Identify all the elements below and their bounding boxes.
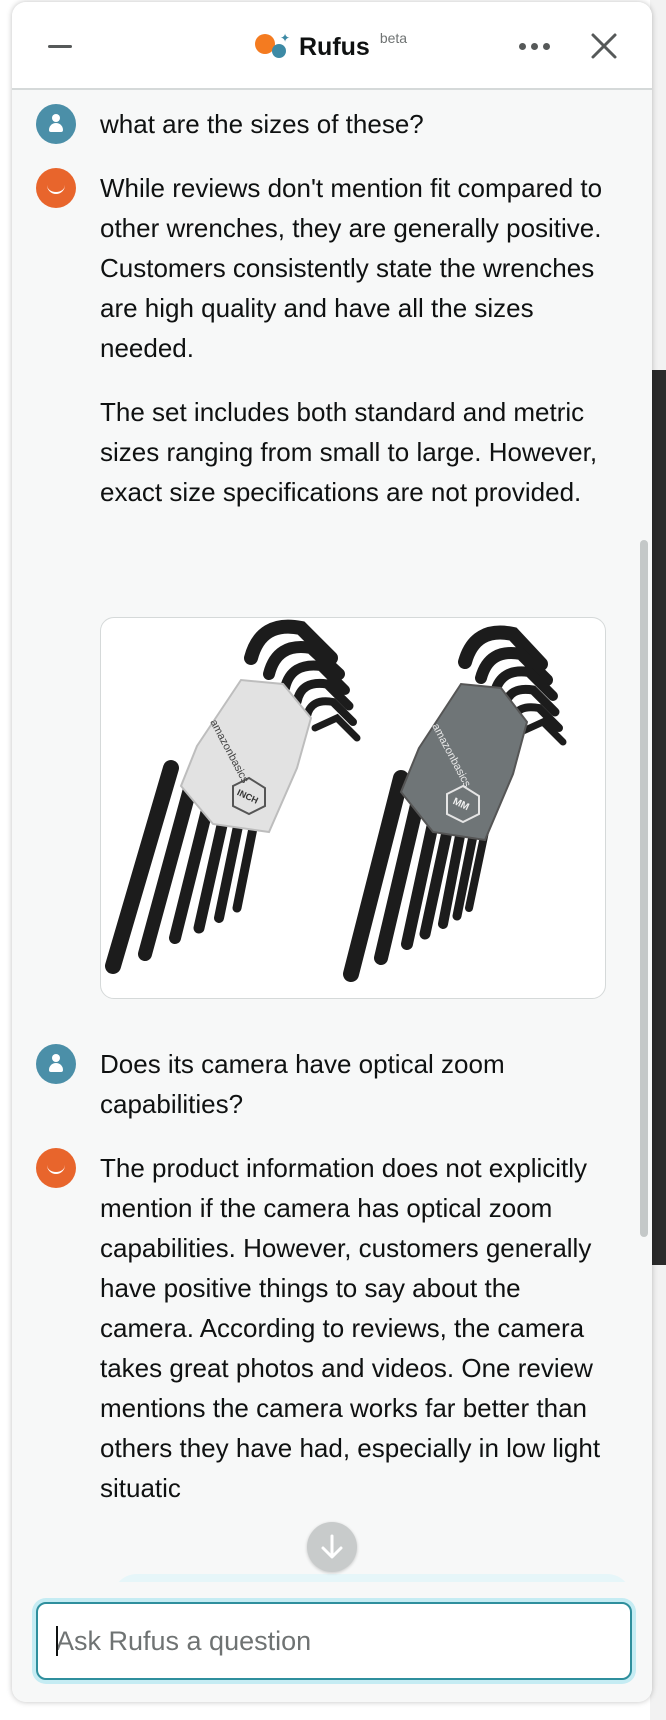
hex-key-set-image: INCH amazonbasics MM amazonbasics (105, 619, 567, 982)
arrow-down-icon (321, 1534, 343, 1559)
chat-title: ✦ Rufus beta (255, 30, 407, 64)
background-page (650, 0, 666, 1720)
user-avatar-icon (36, 104, 76, 144)
assistant-message: While reviews don't mention fit compared… (100, 168, 620, 512)
minimize-button[interactable] (36, 22, 84, 70)
message-text: The product information does not explici… (100, 1153, 601, 1503)
close-icon (591, 33, 617, 59)
input-area (12, 1582, 652, 1702)
product-image-card[interactable]: INCH amazonbasics MM amazonbasics (100, 617, 606, 999)
background-page-dark-region (650, 370, 666, 1265)
message-paragraph: The set includes both standard and metri… (100, 397, 598, 507)
assistant-message: The product information does not explici… (100, 1148, 620, 1508)
question-input[interactable] (56, 1604, 616, 1678)
rufus-chat-panel: ✦ Rufus beta what are the sizes of these… (12, 2, 652, 1702)
question-input-box[interactable] (36, 1602, 632, 1680)
more-options-icon (518, 42, 550, 50)
scroll-to-bottom-button[interactable] (307, 1522, 357, 1572)
scrollbar-thumb[interactable] (640, 540, 648, 1237)
rufus-avatar-icon (36, 1148, 76, 1188)
chat-scrollbar[interactable] (638, 90, 650, 1590)
message-text: what are the sizes of these? (100, 109, 424, 139)
message-paragraph: While reviews don't mention fit compared… (100, 173, 603, 363)
chat-header: ✦ Rufus beta (12, 2, 652, 90)
minimize-icon (48, 44, 72, 48)
title-text: Rufus (299, 33, 370, 61)
user-message: Does its camera have optical zoom capabi… (100, 1044, 620, 1124)
text-caret (56, 1626, 58, 1656)
beta-badge: beta (379, 30, 408, 46)
user-avatar-icon (36, 1044, 76, 1084)
rufus-avatar-icon (36, 168, 76, 208)
more-options-button[interactable] (510, 22, 558, 70)
chat-history[interactable]: what are the sizes of these? While revie… (12, 90, 652, 1590)
rufus-logo-icon: ✦ (255, 30, 291, 62)
close-button[interactable] (580, 22, 628, 70)
message-text: Does its camera have optical zoom capabi… (100, 1049, 505, 1119)
user-message: what are the sizes of these? (100, 104, 620, 144)
